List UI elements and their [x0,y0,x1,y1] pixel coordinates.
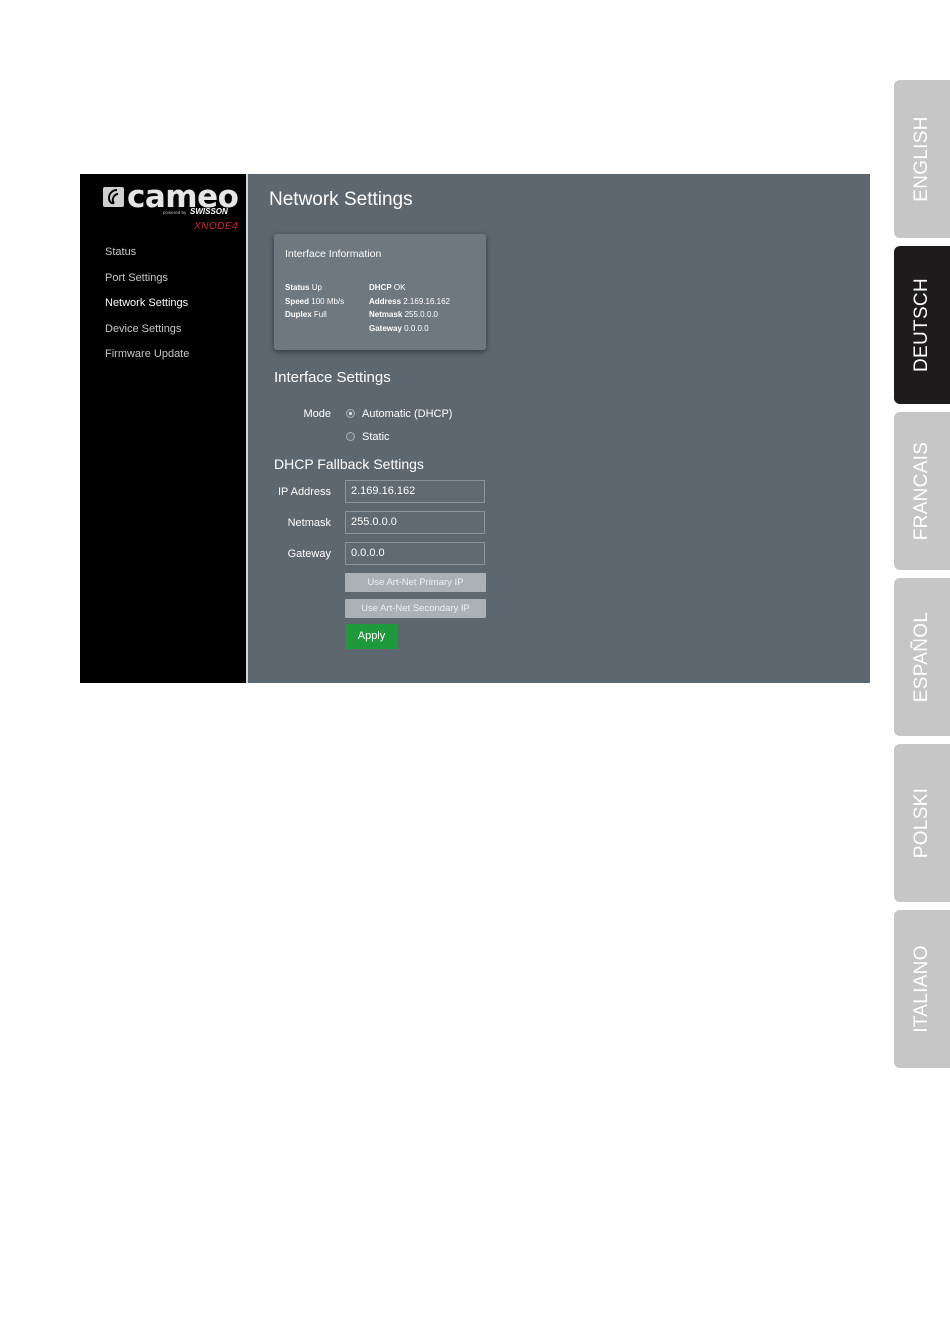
sidebar-item-firmware-update[interactable]: Firmware Update [105,347,189,373]
language-tab-english[interactable]: ENGLISH [894,80,950,238]
language-tab-label: DEUTSCH [911,278,932,372]
gateway-input[interactable]: 0.0.0.0 [345,542,485,565]
language-tab-italiano[interactable]: ITALIANO [894,910,950,1068]
sidebar-item-status[interactable]: Status [105,245,189,271]
status-label: Status [285,283,310,292]
cameo-mark-icon [103,187,124,207]
gateway-value: 0.0.0.0 [404,323,429,333]
speed-label: Speed [285,296,310,306]
netmask-label: Netmask [369,310,403,320]
language-tab-label: ENGLISH [911,116,932,202]
dhcp-label: DHCP [369,283,392,292]
netmask-label: Netmask [287,517,331,529]
dhcp-fallback-heading: DHCP Fallback Settings [274,456,424,472]
ip-address-label: IP Address [278,486,331,498]
language-tab-polski[interactable]: POLSKI [894,744,950,902]
dhcp-value: OK [393,283,406,292]
mode-dhcp-label[interactable]: Automatic (DHCP) [362,408,452,420]
use-artnet-primary-ip-button[interactable]: Use Art-Net Primary IP [345,573,486,592]
model-name: XNODE4 [194,221,239,232]
gateway-label: Gateway [369,323,402,333]
mode-label: Mode [303,408,331,420]
info-column-left: Status Up Speed 100 Mb/s Duplex Full [285,281,344,322]
gateway-label: Gateway [287,548,331,560]
address-value: 2.169.16.162 [403,296,450,306]
sidebar-nav: Status Port Settings Network Settings De… [105,245,189,373]
web-ui-screenshot: cameo powered by SWISSON XNODE4 Status P… [80,174,870,683]
mode-dhcp-radio[interactable] [346,409,355,418]
partner-name: SWISSON [190,207,228,216]
netmask-input[interactable]: 255.0.0.0 [345,511,485,534]
language-tab-deutsch[interactable]: DEUTSCH [894,246,950,404]
ip-address-input[interactable]: 2.169.16.162 [345,480,485,503]
card-title: Interface Information [285,248,382,260]
sidebar-item-network-settings[interactable]: Network Settings [105,296,189,322]
page-title: Network Settings [269,189,413,210]
powered-by-text: powered by [163,210,187,215]
cameo-logo: cameo powered by SWISSON XNODE4 [103,179,239,235]
main-content: Network Settings Interface Information S… [248,174,870,683]
language-tab-label: ITALIANO [911,945,932,1033]
sidebar: cameo powered by SWISSON XNODE4 Status P… [80,174,248,683]
language-tab-label: FRANCAIS [911,441,932,541]
address-label: Address [369,296,402,306]
sidebar-item-port-settings[interactable]: Port Settings [105,271,189,297]
mode-static-label[interactable]: Static [362,431,390,443]
info-column-right: DHCP OK Address 2.169.16.162 Netmask 255… [369,281,450,335]
language-tab-label: POLSKI [911,787,932,859]
mode-static-radio[interactable] [346,432,355,441]
language-tab-francais[interactable]: FRANCAIS [894,412,950,570]
sidebar-item-device-settings[interactable]: Device Settings [105,322,189,348]
speed-value: 100 Mb/s [311,296,345,306]
language-tab-espanol[interactable]: ESPAÑOL [894,578,950,736]
use-artnet-secondary-ip-button[interactable]: Use Art-Net Secondary IP [345,599,486,618]
duplex-value: Full [313,310,327,320]
apply-button[interactable]: Apply [345,624,398,649]
netmask-value: 255.0.0.0 [404,310,438,320]
language-tab-label: ESPAÑOL [911,611,932,703]
status-value: Up [311,283,322,292]
duplex-label: Duplex [285,310,312,320]
interface-settings-heading: Interface Settings [274,369,391,386]
interface-information-card: Interface Information Status Up Speed 10… [274,234,486,350]
